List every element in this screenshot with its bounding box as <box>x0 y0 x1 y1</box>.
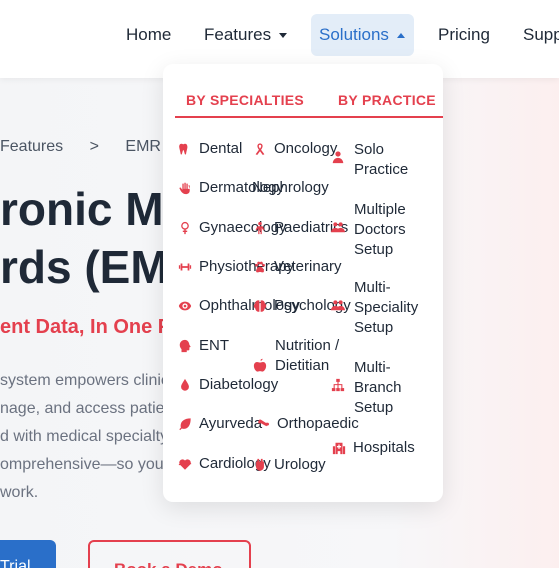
bone-icon <box>255 416 271 432</box>
specialty-diabetology[interactable]: Diabetology <box>177 376 278 393</box>
specialty-label: Urology <box>274 456 326 473</box>
specialty-label: Orthopaedic <box>277 415 359 432</box>
specialty-label: Veterinary <box>274 258 342 275</box>
nav-home[interactable]: Home <box>126 14 171 56</box>
specialty-veterinary[interactable]: Veterinary <box>252 258 342 275</box>
hand-icon <box>177 180 193 196</box>
book-demo-label: Book a Demo <box>114 560 223 568</box>
practice-label: Hospitals <box>353 439 415 456</box>
specialty-ayurveda[interactable]: Ayurveda <box>177 415 262 432</box>
users-gear-icon <box>331 298 347 314</box>
practice-hospitals[interactable]: Hospitals <box>331 439 415 456</box>
leaf-icon <box>177 416 193 432</box>
tab-by-specialties[interactable]: BY SPECIALTIES <box>186 92 304 108</box>
practice-multiple-doctors[interactable]: Multiple Doctors Setup <box>354 200 424 260</box>
specialty-label: Diabetology <box>199 376 279 393</box>
specialty-dental[interactable]: Dental <box>177 140 242 157</box>
drop-icon <box>177 377 193 393</box>
specialty-label: Nephrology <box>252 179 329 196</box>
nav-home-label: Home <box>126 25 172 44</box>
specialty-nutrition[interactable]: Nutrition / Dietitian <box>275 336 355 376</box>
practice-label: Solo Practice <box>354 141 409 178</box>
nav-solutions[interactable]: Solutions <box>311 14 414 56</box>
nav-pricing-label: Pricing <box>438 25 490 44</box>
specialty-oncology[interactable]: Oncology <box>252 140 337 157</box>
breadcrumb-features[interactable]: Features <box>0 138 63 155</box>
head-icon <box>177 338 193 354</box>
practice-label: Multi-Speciality Setup <box>354 279 419 336</box>
heartbeat-icon <box>177 456 193 472</box>
dumbbell-icon <box>177 259 193 275</box>
specialty-label: ENT <box>199 337 229 354</box>
specialty-label: Nutrition / Dietitian <box>275 337 340 374</box>
user-icon <box>331 150 347 166</box>
hero-body-line: d with medical specialty <box>0 428 169 445</box>
bladder-icon <box>252 457 268 473</box>
hospital-icon <box>331 440 347 456</box>
specialty-label: Oncology <box>274 140 338 157</box>
nav-features-label: Features <box>204 25 272 44</box>
practice-label: Multi-Branch Setup <box>354 359 402 416</box>
practice-solo[interactable]: Solo Practice <box>354 140 424 180</box>
specialty-orthopaedic[interactable]: Orthopaedic <box>255 415 359 432</box>
sitemap-icon <box>331 378 347 394</box>
practice-multi-speciality[interactable]: Multi-Speciality Setup <box>354 278 426 338</box>
dropdown-tabs: BY SPECIALTIES BY PRACTICE <box>175 92 443 118</box>
specialty-urology[interactable]: Urology <box>252 456 326 473</box>
users-icon <box>331 220 347 236</box>
practice-multi-branch[interactable]: Multi-Branch Setup <box>354 358 426 418</box>
breadcrumb-separator: > <box>89 138 99 155</box>
nav-pricing[interactable]: Pricing <box>438 14 490 56</box>
eye-icon <box>177 298 193 314</box>
nav-features[interactable]: Features <box>204 14 288 56</box>
hero-body-line: nage, and access patient <box>0 400 178 417</box>
ribbon-icon <box>252 141 268 157</box>
specialty-label: Ayurveda <box>199 415 263 432</box>
free-trial-label: Trial <box>0 558 31 568</box>
tab-by-practice[interactable]: BY PRACTICE <box>338 92 436 108</box>
solutions-dropdown: BY SPECIALTIES BY PRACTICE Dental Dermat… <box>163 64 443 502</box>
book-demo-button[interactable]: Book a Demo <box>88 540 251 568</box>
child-icon <box>252 220 268 236</box>
nav-support[interactable]: Supp <box>523 14 559 56</box>
nav-solutions-label: Solutions <box>319 25 389 44</box>
female-icon <box>177 220 193 236</box>
free-trial-button[interactable]: Trial <box>0 540 56 568</box>
specialty-nephrology[interactable]: Nephrology <box>252 179 329 196</box>
nav-support-label: Supp <box>523 25 559 44</box>
practice-label: Multiple Doctors Setup <box>354 201 406 258</box>
caret-down-icon <box>279 32 288 38</box>
specialty-ent[interactable]: ENT <box>177 337 229 354</box>
tooth-icon <box>177 141 193 157</box>
caret-up-icon <box>396 32 405 38</box>
hero-body-line: work. <box>0 484 39 501</box>
apple-icon <box>253 358 269 374</box>
paw-icon <box>252 259 268 275</box>
brain-icon <box>252 298 268 314</box>
specialty-label: Dental <box>199 140 243 157</box>
